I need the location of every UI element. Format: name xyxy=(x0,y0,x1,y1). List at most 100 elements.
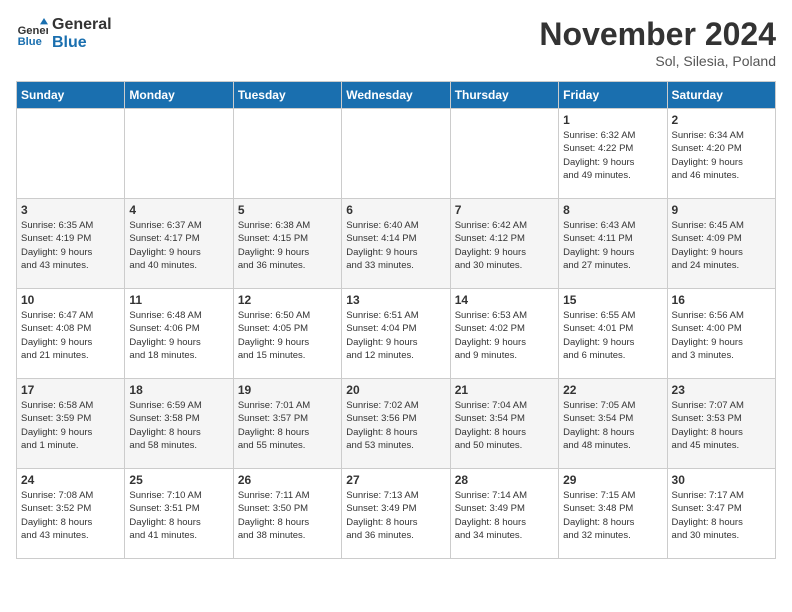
day-info: Sunrise: 6:59 AM Sunset: 3:58 PM Dayligh… xyxy=(129,399,228,452)
day-info: Sunrise: 6:35 AM Sunset: 4:19 PM Dayligh… xyxy=(21,219,120,272)
day-number: 9 xyxy=(672,203,771,217)
day-number: 23 xyxy=(672,383,771,397)
day-number: 18 xyxy=(129,383,228,397)
calendar-week-5: 24 Sunrise: 7:08 AM Sunset: 3:52 PM Dayli… xyxy=(17,469,776,559)
day-number: 29 xyxy=(563,473,662,487)
day-info: Sunrise: 7:15 AM Sunset: 3:48 PM Dayligh… xyxy=(563,489,662,542)
svg-text:General: General xyxy=(18,25,48,37)
day-info: Sunrise: 7:13 AM Sunset: 3:49 PM Dayligh… xyxy=(346,489,445,542)
calendar-cell xyxy=(342,109,450,199)
calendar-cell: 11 Sunrise: 6:48 AM Sunset: 4:06 PM Dayli… xyxy=(125,289,233,379)
calendar-cell xyxy=(17,109,125,199)
calendar-cell xyxy=(233,109,341,199)
calendar-cell: 4Sunrise: 6:37 AM Sunset: 4:17 PM Daylig… xyxy=(125,199,233,289)
calendar-cell: 7 Sunrise: 6:42 AM Sunset: 4:12 PM Daylig… xyxy=(450,199,558,289)
day-number: 21 xyxy=(455,383,554,397)
day-number: 2 xyxy=(672,113,771,127)
calendar-week-3: 10 Sunrise: 6:47 AM Sunset: 4:08 PM Dayli… xyxy=(17,289,776,379)
weekday-saturday: Saturday xyxy=(667,82,775,109)
calendar-cell: 5 Sunrise: 6:38 AM Sunset: 4:15 PM Daylig… xyxy=(233,199,341,289)
calendar-week-2: 3 Sunrise: 6:35 AM Sunset: 4:19 PM Daylig… xyxy=(17,199,776,289)
day-number: 24 xyxy=(21,473,120,487)
day-number: 5 xyxy=(238,203,337,217)
day-info: Sunrise: 7:07 AM Sunset: 3:53 PM Dayligh… xyxy=(672,399,771,452)
logo-blue: Blue xyxy=(52,34,112,52)
day-info: Sunrise: 6:43 AM Sunset: 4:11 PM Dayligh… xyxy=(563,219,662,272)
weekday-thursday: Thursday xyxy=(450,82,558,109)
calendar-cell: 13Sunrise: 6:51 AM Sunset: 4:04 PM Dayli… xyxy=(342,289,450,379)
calendar-cell: 1 Sunrise: 6:32 AM Sunset: 4:22 PM Daylig… xyxy=(559,109,667,199)
day-info: Sunrise: 6:48 AM Sunset: 4:06 PM Dayligh… xyxy=(129,309,228,362)
calendar-cell: 26Sunrise: 7:11 AM Sunset: 3:50 PM Dayli… xyxy=(233,469,341,559)
calendar-cell xyxy=(125,109,233,199)
day-info: Sunrise: 7:02 AM Sunset: 3:56 PM Dayligh… xyxy=(346,399,445,452)
calendar-cell: 24 Sunrise: 7:08 AM Sunset: 3:52 PM Dayli… xyxy=(17,469,125,559)
day-info: Sunrise: 7:10 AM Sunset: 3:51 PM Dayligh… xyxy=(129,489,228,542)
day-info: Sunrise: 6:40 AM Sunset: 4:14 PM Dayligh… xyxy=(346,219,445,272)
day-info: Sunrise: 6:34 AM Sunset: 4:20 PM Dayligh… xyxy=(672,129,771,182)
day-info: Sunrise: 7:08 AM Sunset: 3:52 PM Dayligh… xyxy=(21,489,120,542)
month-title: November 2024 xyxy=(539,16,776,53)
day-number: 8 xyxy=(563,203,662,217)
day-info: Sunrise: 6:56 AM Sunset: 4:00 PM Dayligh… xyxy=(672,309,771,362)
day-info: Sunrise: 7:04 AM Sunset: 3:54 PM Dayligh… xyxy=(455,399,554,452)
calendar-cell: 2 Sunrise: 6:34 AM Sunset: 4:20 PM Daylig… xyxy=(667,109,775,199)
page-header: General Blue General Blue November 2024 … xyxy=(16,16,776,69)
day-number: 3 xyxy=(21,203,120,217)
day-info: Sunrise: 6:53 AM Sunset: 4:02 PM Dayligh… xyxy=(455,309,554,362)
logo: General Blue General Blue xyxy=(16,16,112,51)
day-number: 25 xyxy=(129,473,228,487)
calendar-cell: 18 Sunrise: 6:59 AM Sunset: 3:58 PM Dayli… xyxy=(125,379,233,469)
logo-icon: General Blue xyxy=(16,18,48,50)
calendar-cell: 29 Sunrise: 7:15 AM Sunset: 3:48 PM Dayli… xyxy=(559,469,667,559)
calendar-week-4: 17 Sunrise: 6:58 AM Sunset: 3:59 PM Dayli… xyxy=(17,379,776,469)
day-info: Sunrise: 6:45 AM Sunset: 4:09 PM Dayligh… xyxy=(672,219,771,272)
weekday-friday: Friday xyxy=(559,82,667,109)
day-number: 28 xyxy=(455,473,554,487)
day-number: 27 xyxy=(346,473,445,487)
calendar-cell: 30 Sunrise: 7:17 AM Sunset: 3:47 PM Dayli… xyxy=(667,469,775,559)
weekday-header-row: SundayMondayTuesdayWednesdayThursdayFrid… xyxy=(17,82,776,109)
title-block: November 2024 Sol, Silesia, Poland xyxy=(539,16,776,69)
day-number: 13 xyxy=(346,293,445,307)
day-number: 11 xyxy=(129,293,228,307)
calendar-cell: 14Sunrise: 6:53 AM Sunset: 4:02 PM Dayli… xyxy=(450,289,558,379)
day-info: Sunrise: 6:32 AM Sunset: 4:22 PM Dayligh… xyxy=(563,129,662,182)
day-info: Sunrise: 7:11 AM Sunset: 3:50 PM Dayligh… xyxy=(238,489,337,542)
day-info: Sunrise: 7:05 AM Sunset: 3:54 PM Dayligh… xyxy=(563,399,662,452)
calendar-cell: 6Sunrise: 6:40 AM Sunset: 4:14 PM Daylig… xyxy=(342,199,450,289)
calendar-cell: 17 Sunrise: 6:58 AM Sunset: 3:59 PM Dayli… xyxy=(17,379,125,469)
day-info: Sunrise: 6:50 AM Sunset: 4:05 PM Dayligh… xyxy=(238,309,337,362)
day-info: Sunrise: 6:47 AM Sunset: 4:08 PM Dayligh… xyxy=(21,309,120,362)
day-number: 16 xyxy=(672,293,771,307)
day-number: 12 xyxy=(238,293,337,307)
day-info: Sunrise: 6:38 AM Sunset: 4:15 PM Dayligh… xyxy=(238,219,337,272)
weekday-wednesday: Wednesday xyxy=(342,82,450,109)
day-info: Sunrise: 6:58 AM Sunset: 3:59 PM Dayligh… xyxy=(21,399,120,452)
location: Sol, Silesia, Poland xyxy=(539,53,776,69)
day-info: Sunrise: 7:17 AM Sunset: 3:47 PM Dayligh… xyxy=(672,489,771,542)
day-info: Sunrise: 7:01 AM Sunset: 3:57 PM Dayligh… xyxy=(238,399,337,452)
weekday-monday: Monday xyxy=(125,82,233,109)
svg-text:Blue: Blue xyxy=(18,36,42,48)
day-number: 7 xyxy=(455,203,554,217)
day-number: 17 xyxy=(21,383,120,397)
day-info: Sunrise: 6:37 AM Sunset: 4:17 PM Dayligh… xyxy=(129,219,228,272)
day-number: 22 xyxy=(563,383,662,397)
day-number: 15 xyxy=(563,293,662,307)
calendar-table: SundayMondayTuesdayWednesdayThursdayFrid… xyxy=(16,81,776,559)
day-number: 20 xyxy=(346,383,445,397)
calendar-cell: 15Sunrise: 6:55 AM Sunset: 4:01 PM Dayli… xyxy=(559,289,667,379)
logo-general: General xyxy=(52,16,112,34)
day-number: 30 xyxy=(672,473,771,487)
day-info: Sunrise: 6:42 AM Sunset: 4:12 PM Dayligh… xyxy=(455,219,554,272)
calendar-cell: 25 Sunrise: 7:10 AM Sunset: 3:51 PM Dayli… xyxy=(125,469,233,559)
day-number: 1 xyxy=(563,113,662,127)
day-number: 19 xyxy=(238,383,337,397)
day-number: 10 xyxy=(21,293,120,307)
day-info: Sunrise: 7:14 AM Sunset: 3:49 PM Dayligh… xyxy=(455,489,554,542)
calendar-cell: 21 Sunrise: 7:04 AM Sunset: 3:54 PM Dayli… xyxy=(450,379,558,469)
calendar-cell: 28 Sunrise: 7:14 AM Sunset: 3:49 PM Dayli… xyxy=(450,469,558,559)
calendar-week-1: 1 Sunrise: 6:32 AM Sunset: 4:22 PM Daylig… xyxy=(17,109,776,199)
calendar-cell: 8 Sunrise: 6:43 AM Sunset: 4:11 PM Daylig… xyxy=(559,199,667,289)
